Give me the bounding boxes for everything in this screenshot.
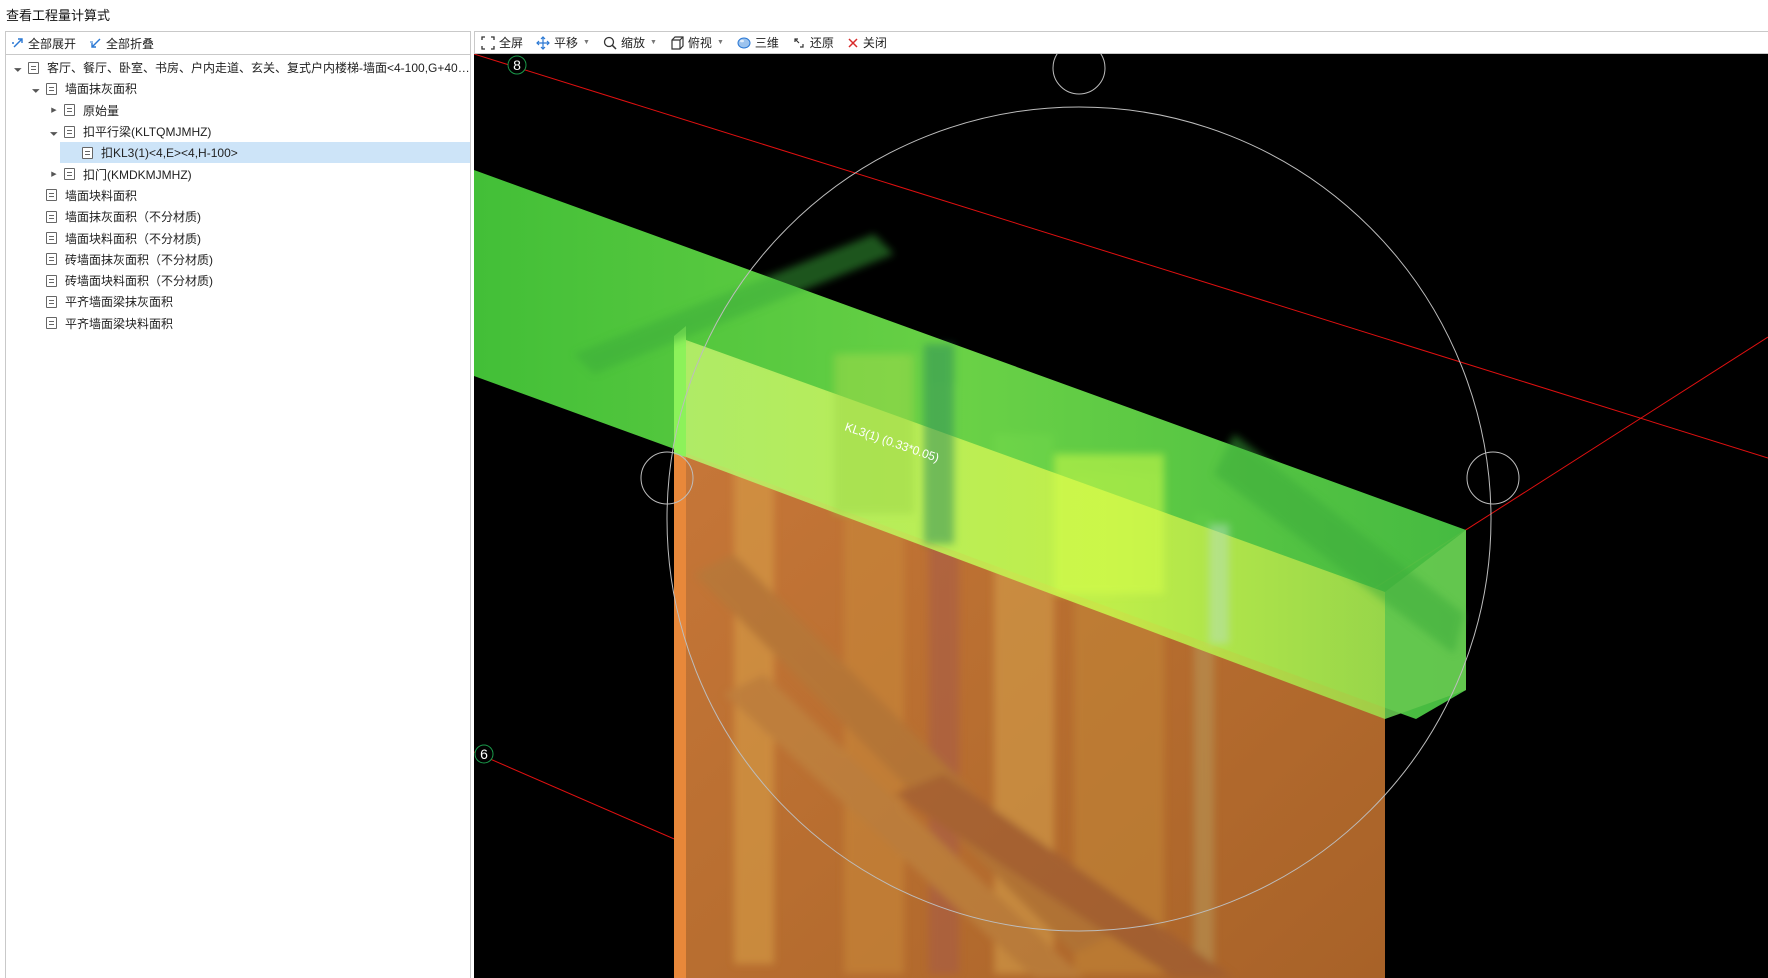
pan-icon (536, 35, 550, 50)
orbit-handle-right[interactable] (1466, 451, 1520, 505)
tree-node[interactable]: 墙面抹灰面积（不分材质) (6, 206, 470, 227)
collapsed-arrow-icon[interactable]: ▶ (48, 168, 60, 180)
restore-label: 还原 (809, 36, 834, 50)
zoom-button[interactable]: 缩放 ▼ (603, 34, 657, 51)
document-icon (46, 295, 57, 308)
fullscreen-icon (481, 35, 495, 50)
document-icon (46, 210, 57, 223)
document-icon (46, 82, 57, 95)
close-label: 关闭 (862, 36, 887, 50)
document-icon (46, 274, 57, 287)
pan-button[interactable]: 平移 ▼ (536, 34, 590, 51)
restore-button[interactable]: 还原 (792, 34, 834, 51)
three-d-button[interactable]: 三维 (737, 34, 779, 51)
window-title-bar: 查看工程量计算式 (0, 0, 1768, 28)
grid-marker-8: 8 (507, 55, 527, 75)
tree-node[interactable]: ◢ 客厅、餐厅、卧室、书房、户内走道、玄关、复式户内楼梯-墙面<4-100,G+4… (6, 57, 470, 78)
document-icon (46, 232, 57, 245)
tree-node[interactable]: 砖墙面抹灰面积（不分材质) (6, 249, 470, 270)
collapsed-arrow-icon[interactable]: ▶ (48, 104, 60, 116)
tree-node-label: 平齐墙面梁抹灰面积 (65, 295, 174, 310)
tree-node-label: 平齐墙面梁块料面积 (65, 316, 174, 331)
pan-dropdown-icon[interactable]: ▼ (583, 39, 590, 46)
tree-node-label: 墙面抹灰面积（不分材质) (65, 210, 201, 225)
tree-node-label: 原始量 (83, 103, 120, 118)
document-icon (64, 125, 75, 138)
collapse-all-icon (90, 38, 101, 48)
fullscreen-label: 全屏 (499, 36, 524, 50)
document-icon (28, 61, 39, 74)
document-icon (46, 189, 57, 202)
grid-marker-6-label: 6 (480, 746, 488, 762)
collapse-all-button[interactable]: 全部折叠 (90, 35, 154, 52)
document-icon (64, 168, 75, 181)
fullscreen-button[interactable]: 全屏 (481, 34, 523, 51)
formula-tree: ◢ 客厅、餐厅、卧室、书房、户内走道、玄关、复式户内楼梯-墙面<4-100,G+4… (6, 55, 470, 334)
tree-node-label: 砖墙面块料面积（不分材质) (65, 274, 213, 289)
top-view-dropdown-icon[interactable]: ▼ (717, 39, 724, 46)
tree-node[interactable]: 平齐墙面梁抹灰面积 (6, 291, 470, 312)
expanded-arrow-icon[interactable]: ◢ (28, 80, 45, 97)
cube-icon (671, 35, 684, 50)
collapse-all-label: 全部折叠 (106, 36, 155, 51)
document-icon (82, 146, 93, 159)
document-icon (46, 317, 57, 330)
tree-node[interactable]: ◢ 扣平行梁(KLTQMJMHZ) (6, 121, 470, 142)
grid-marker-8-label: 8 (513, 57, 521, 73)
document-icon (64, 104, 75, 117)
formula-tree-panel: 全部展开 全部折叠 ◢ 客厅、餐厅、卧室、书房、户内走道、玄关、复式户内楼梯-墙面… (5, 31, 471, 978)
tree-node-label: 墙面块料面积（不分材质) (65, 231, 201, 246)
three-d-label: 三维 (754, 36, 779, 50)
tree-node-label: 扣KL3(1)<4,E><4,H-100> (101, 146, 238, 161)
restore-icon (794, 37, 804, 48)
tree-node-label: 扣门(KMDKMJMHZ) (83, 167, 192, 182)
expand-all-label: 全部展开 (28, 36, 77, 51)
close-button[interactable]: 关闭 (847, 34, 887, 51)
3d-scene[interactable]: KL3(1) (0.33*0.05) 8 6 (474, 54, 1768, 978)
tree-node[interactable]: 墙面块料面积（不分材质) (6, 227, 470, 248)
document-icon (46, 253, 57, 266)
tree-node-label: 砖墙面抹灰面积（不分材质) (65, 252, 213, 267)
tree-node[interactable]: ◢ 墙面抹灰面积 (6, 78, 470, 99)
pan-label: 平移 (554, 36, 579, 50)
top-view-label: 俯视 (687, 36, 712, 50)
tree-node[interactable]: 平齐墙面梁块料面积 (6, 313, 470, 334)
expanded-arrow-icon[interactable]: ◢ (10, 59, 27, 76)
zoom-dropdown-icon[interactable]: ▼ (650, 39, 657, 46)
tree-node[interactable]: ▶ 扣门(KMDKMJMHZ) (6, 163, 470, 184)
expanded-arrow-icon[interactable]: ◢ (46, 123, 63, 140)
tree-node[interactable]: 砖墙面块料面积（不分材质) (6, 270, 470, 291)
top-view-button[interactable]: 俯视 ▼ (670, 34, 724, 51)
tree-node-label: 扣平行梁(KLTQMJMHZ) (83, 125, 212, 140)
expand-all-icon (12, 38, 23, 48)
zoom-icon (603, 36, 617, 50)
view-toolbar: 全屏 平移 ▼ 缩放 ▼ 俯视 ▼ 三维 还原 关闭 (474, 31, 1768, 54)
tree-node-label: 墙面抹灰面积 (65, 82, 138, 97)
tree-node-label: 墙面块料面积 (65, 188, 138, 203)
close-icon (848, 37, 858, 48)
orbit-handle-top[interactable] (1052, 54, 1106, 95)
sphere-icon (737, 37, 751, 48)
tree-node[interactable]: ▶ 原始量 (6, 100, 470, 121)
expand-all-button[interactable]: 全部展开 (12, 35, 76, 52)
tree-node[interactable]: 墙面块料面积 (6, 185, 470, 206)
tree-node[interactable]: 扣KL3(1)<4,E><4,H-100> (60, 142, 470, 164)
zoom-label: 缩放 (620, 36, 645, 50)
tree-toolbar: 全部展开 全部折叠 (6, 32, 470, 55)
window-title: 查看工程量计算式 (6, 7, 111, 23)
3d-viewport[interactable]: KL3(1) (0.33*0.05) 8 6 (474, 54, 1768, 978)
grid-marker-6: 6 (474, 744, 494, 764)
tree-node-label: 客厅、餐厅、卧室、书房、户内走道、玄关、复式户内楼梯-墙面<4-100,G+40… (47, 61, 470, 76)
